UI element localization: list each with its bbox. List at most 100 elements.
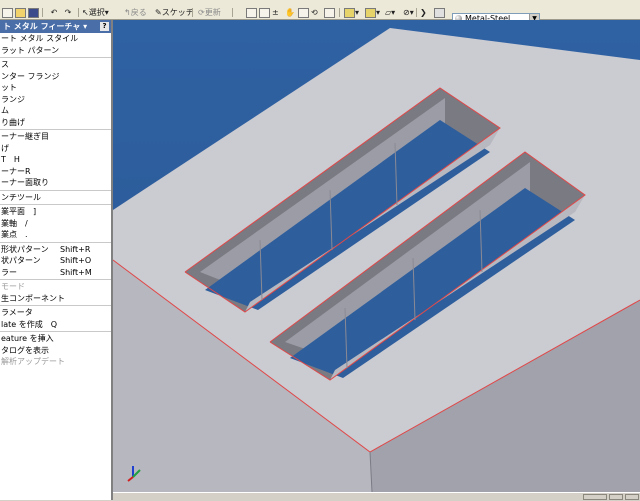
- undo-button[interactable]: ↶: [48, 7, 60, 18]
- panel-command-item[interactable]: げ: [0, 143, 111, 155]
- panel-command-item[interactable]: 業軸 /: [0, 218, 111, 230]
- panel-command-item[interactable]: ム: [0, 105, 111, 117]
- return-button[interactable]: ↰ 戻る: [124, 7, 147, 18]
- zoom-window-icon: [259, 7, 270, 18]
- camera-button[interactable]: ▱ ▾: [385, 7, 395, 18]
- panel-command-item[interactable]: ラット パターン: [0, 45, 111, 57]
- panel-command-item[interactable]: ラメータ: [0, 307, 111, 319]
- chevron-down-icon: ▾: [376, 8, 381, 17]
- panel-command-label: 業平面 ]: [1, 207, 37, 216]
- graphics-window[interactable]: [113, 20, 640, 492]
- panel-command-item[interactable]: ット: [0, 82, 111, 94]
- select-button[interactable]: ↖ 選択 ▾: [82, 7, 109, 18]
- pan-button[interactable]: ✋: [285, 7, 295, 18]
- panel-command-label: 形状パターン: [1, 244, 49, 254]
- zoom-icon: ±: [272, 8, 279, 17]
- shaded-display-button[interactable]: ▾: [344, 7, 359, 18]
- zoom-all-button[interactable]: [246, 7, 257, 18]
- panel-command-label: モード: [1, 282, 25, 291]
- panel-separator: [0, 305, 111, 306]
- panel-command-label: ンター フランジ: [1, 71, 60, 81]
- panel-command-item[interactable]: 業平面 ]: [0, 206, 111, 218]
- panel-command-label: ット: [1, 83, 17, 92]
- panel-command-item[interactable]: モード: [0, 281, 111, 293]
- save-icon: [28, 7, 39, 18]
- sketch-button[interactable]: ✎ スケッチ: [155, 7, 194, 18]
- panel-command-label: げ: [1, 143, 9, 153]
- next-icon: ❯: [420, 8, 427, 17]
- return-icon: ↰: [124, 8, 131, 17]
- orbit-icon: ⟲: [311, 8, 318, 17]
- chevron-down-icon: ▾: [104, 8, 109, 17]
- pan-hand-icon: ✋: [285, 8, 295, 17]
- select-label: 選択: [88, 8, 105, 17]
- update-icon: ⟳: [198, 8, 205, 17]
- panel-command-item[interactable]: り曲げ: [0, 117, 111, 129]
- open-file-button[interactable]: [15, 7, 26, 18]
- folder-icon: [15, 7, 26, 18]
- panel-separator: [0, 204, 111, 205]
- chevron-down-icon: ▾: [409, 8, 414, 17]
- redo-button[interactable]: ↷: [62, 7, 74, 18]
- panel-command-item[interactable]: eature を挿入: [0, 333, 111, 345]
- new-file-button[interactable]: [2, 7, 13, 18]
- update-button[interactable]: ⟳ 更新: [198, 7, 221, 18]
- section-view-icon: ⊘: [403, 8, 410, 17]
- panel-command-item[interactable]: late を作成 Q: [0, 319, 111, 331]
- section-view-button[interactable]: ⊘ ▾: [403, 7, 414, 18]
- help-icon[interactable]: ?: [100, 22, 109, 31]
- panel-command-item[interactable]: 状パターン Shift+O: [0, 255, 111, 267]
- part-view: [113, 20, 640, 492]
- panel-command-label: タログを表示: [1, 345, 49, 355]
- save-button[interactable]: [28, 7, 39, 18]
- zoom-window-button[interactable]: [259, 7, 270, 18]
- panel-command-item[interactable]: ラー Shift+M: [0, 267, 111, 279]
- new-file-icon: [2, 7, 13, 18]
- panel-command-item[interactable]: 業点 .: [0, 229, 111, 241]
- panel-command-label: ーナーR: [1, 166, 31, 176]
- status-cell: [625, 494, 639, 500]
- panel-command-label: ム: [1, 106, 9, 115]
- panel-separator: [0, 189, 111, 191]
- panel-separator: [0, 129, 111, 130]
- panel-command-item[interactable]: ート メタル スタイル: [0, 33, 111, 45]
- orbit-button[interactable]: ⟲: [311, 7, 318, 18]
- status-cell: [609, 494, 623, 500]
- next-button[interactable]: ❯: [420, 7, 427, 18]
- panel-command-item[interactable]: 形状パターン Shift+R: [0, 244, 111, 256]
- panel-command-label: 生コンポーネント: [1, 293, 65, 303]
- panel-separator: [0, 241, 111, 243]
- panel-command-item[interactable]: ス: [0, 59, 111, 71]
- panel-title: ト メタル フィーチャ ▾: [3, 22, 88, 31]
- color-override-button[interactable]: [434, 7, 445, 18]
- panel-command-item[interactable]: ランジ: [0, 94, 111, 106]
- panel-command-item[interactable]: ンター フランジ: [0, 71, 111, 83]
- panel-command-label: 解析アップデート: [1, 357, 65, 366]
- shadow-display-button[interactable]: ▾: [365, 7, 380, 18]
- status-cell: [583, 494, 607, 500]
- panel-command-item[interactable]: 解析アップデート: [0, 356, 111, 368]
- zoom-selected-button[interactable]: [298, 7, 309, 18]
- panel-separator: [0, 57, 111, 58]
- panel-bar: ト メタル フィーチャ ▾ ? ート メタル スタイル ラット パターンスンター …: [0, 20, 113, 500]
- panel-command-label: ラー: [1, 267, 17, 277]
- panel-command-label: 業点 .: [1, 230, 28, 239]
- undo-icon: ↶: [50, 8, 58, 17]
- zoom-all-icon: [246, 7, 257, 18]
- panel-command-label: ス: [1, 60, 9, 69]
- panel-command-item[interactable]: ーナー継ぎ目: [0, 131, 111, 143]
- look-at-button[interactable]: [324, 7, 335, 18]
- zoom-selected-icon: [298, 7, 309, 18]
- sketch-icon: ✎: [155, 8, 162, 17]
- panel-command-item[interactable]: ンチツール: [0, 192, 111, 204]
- panel-command-item[interactable]: 生コンポーネント: [0, 293, 111, 305]
- panel-command-item[interactable]: ーナーR: [0, 166, 111, 178]
- sketch-label: スケッチ: [161, 8, 194, 17]
- zoom-button[interactable]: ±: [272, 7, 279, 18]
- panel-command-item[interactable]: ーナー面取り: [0, 177, 111, 189]
- panel-command-item[interactable]: T H: [0, 154, 111, 166]
- panel-header[interactable]: ト メタル フィーチャ ▾ ?: [0, 20, 111, 33]
- color-override-icon: [434, 7, 445, 18]
- panel-command-label: ラメータ: [1, 308, 33, 317]
- panel-command-item[interactable]: タログを表示: [0, 345, 111, 357]
